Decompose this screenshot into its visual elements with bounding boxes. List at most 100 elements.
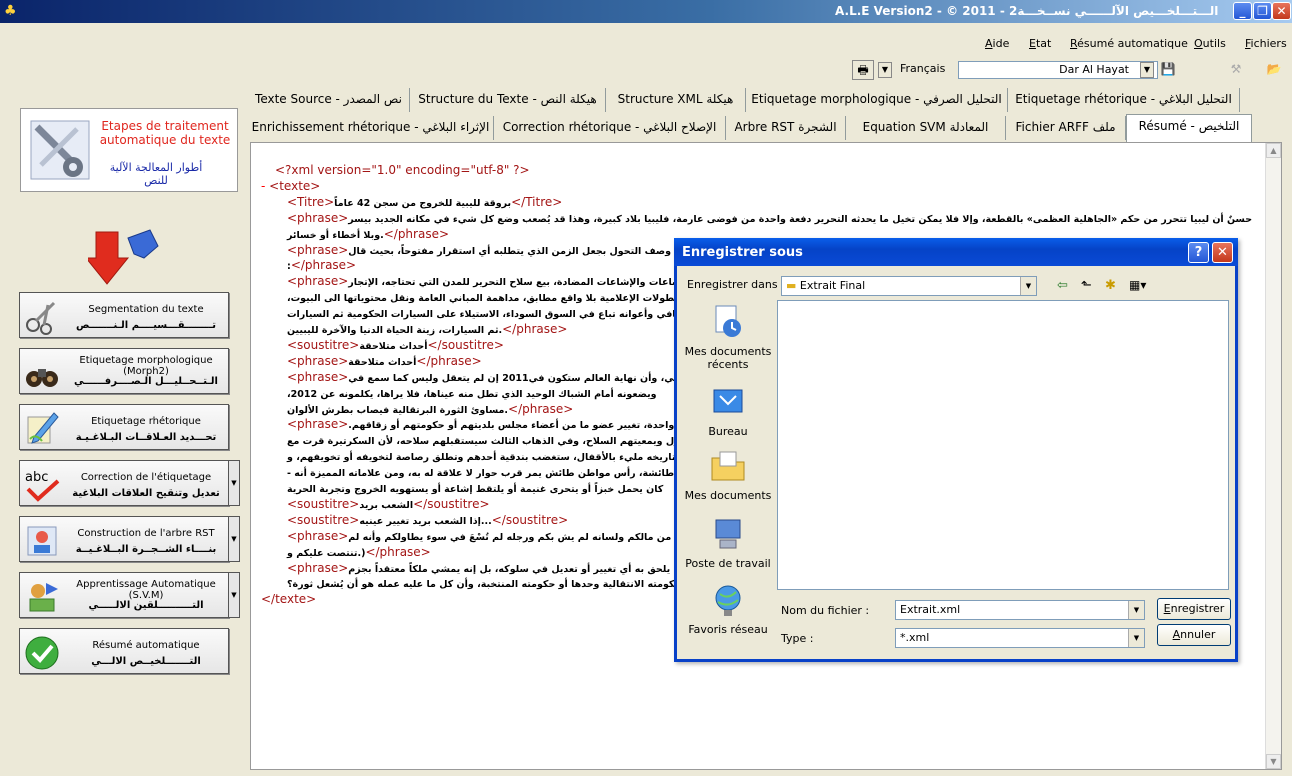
- save-disk-icon[interactable]: 💾: [1158, 60, 1178, 80]
- cancel-button[interactable]: Annuler: [1157, 624, 1231, 646]
- xml-open-tag: <soustitre>: [287, 496, 360, 511]
- xml-text: كان يحمل خبزاً أو يتحرى غنيمة أو يلتقط إ…: [287, 484, 664, 495]
- print-icon[interactable]: 🖶: [852, 60, 874, 80]
- chevron-down-icon[interactable]: ▼: [1128, 601, 1144, 619]
- xml-line: :</phrase>: [287, 258, 356, 272]
- xml-line: <soustitre>أحداث متلاحقة</soustitre>: [287, 338, 504, 352]
- scroll-up-icon[interactable]: ▲: [1266, 143, 1281, 158]
- xml-line: <phrase>ـاب وصف التحول بجعل الزمن الذي ي…: [287, 243, 691, 257]
- tab-equation-svm[interactable]: Equation SVM المعادلة: [846, 116, 1006, 140]
- window-title-bar[interactable]: ♣ A.L.E Version2 - © 2011 - الـــتـــلخـ…: [0, 0, 1292, 23]
- step-svm-button[interactable]: Apprentissage Automatique (S.V.M) التـــ…: [19, 572, 240, 618]
- xml-open-tag: <soustitre>: [287, 337, 360, 352]
- xml-line: <soustitre>...إذا الشعب بريد تغيير عينيه…: [287, 513, 568, 527]
- place-desktop[interactable]: Bureau: [683, 384, 773, 438]
- tab-texte-source[interactable]: Texte Source - نص المصدر: [248, 88, 410, 112]
- xml-line: ويضعونه أمام الشباك الوحيد الذي تطل منه …: [287, 386, 657, 400]
- place-label: Favoris réseau: [688, 623, 768, 636]
- tab-strip: Texte Source - نص المصدر Structure du Te…: [248, 88, 1292, 142]
- menu-etat[interactable]: Etat: [1029, 37, 1051, 50]
- new-folder-icon[interactable]: ✱: [1105, 278, 1116, 293]
- restore-button[interactable]: ❐: [1253, 2, 1272, 20]
- close-icon[interactable]: ✕: [1212, 242, 1233, 263]
- tab-fichier-arff[interactable]: Fichier ARFF ملف: [1006, 116, 1126, 140]
- place-label: Bureau: [708, 425, 748, 438]
- xml-line: كان يحمل خبزاً أو يتحرى غنيمة أو يلتقط إ…: [287, 481, 663, 495]
- type-value: *.xml: [900, 631, 930, 644]
- step-label-fr: Résumé automatique: [92, 640, 200, 651]
- back-icon[interactable]: ⇦: [1057, 278, 1068, 293]
- language-select[interactable]: Français: [896, 61, 958, 79]
- step-rhetoric-button[interactable]: Etiquetage rhétorique تحـــديد العـلاقــ…: [19, 404, 229, 450]
- xml-open-tag: <phrase>: [287, 369, 349, 384]
- dialog-title-bar[interactable]: Enregistrer sous ? ✕: [674, 238, 1238, 266]
- type-select[interactable]: *.xml ▼: [895, 628, 1145, 648]
- step-correction-button[interactable]: abc Correction de l'étiquetage تعديل وتن…: [19, 460, 240, 506]
- xml-line: <phrase>حسنٌ أن ليبيا تتحرر من حكم «الجا…: [287, 211, 1252, 225]
- up-folder-icon[interactable]: ⬑: [1081, 278, 1092, 293]
- step-label-fr: Construction de l'arbre RST: [77, 528, 215, 539]
- step-label-fr: Segmentation du texte: [88, 304, 204, 315]
- menu-fichiers[interactable]: Fichiers: [1245, 37, 1287, 50]
- minimize-button[interactable]: _: [1233, 2, 1252, 20]
- file-list[interactable]: [777, 300, 1229, 590]
- close-button[interactable]: ✕: [1272, 2, 1291, 20]
- menu-bar: Aide Etat Résumé automatique Outils Fich…: [0, 34, 1292, 54]
- chevron-down-icon[interactable]: ▼: [228, 460, 240, 506]
- arrow-down-icon: [88, 229, 159, 285]
- xml-line: <soustitre>الشعب بريد</soustitre>: [287, 497, 490, 511]
- menu-aide[interactable]: Aide: [985, 37, 1009, 50]
- wrench-gear-icon: [30, 120, 90, 180]
- place-my-documents[interactable]: Mes documents: [683, 448, 773, 502]
- xml-close-tag: </phrase>: [365, 544, 431, 559]
- save-button[interactable]: Enregistrer: [1157, 598, 1231, 620]
- xml-text: الشعب بريد: [359, 499, 414, 511]
- source-select[interactable]: Dar Al Hayat: [958, 61, 1158, 79]
- xml-line: حكومته الانتقالية وحدها أو حكومته المنتخ…: [287, 576, 681, 590]
- place-label: Mes documents: [684, 489, 772, 502]
- place-computer[interactable]: Poste de travail: [683, 516, 773, 570]
- tab-correction[interactable]: Correction rhétorique - الإصلاح البلاغي: [494, 116, 726, 140]
- vertical-scrollbar[interactable]: ▲ ▼: [1265, 143, 1281, 769]
- view-menu-icon[interactable]: ▦▾: [1129, 278, 1146, 292]
- menu-outils[interactable]: Outils: [1194, 37, 1226, 50]
- tab-etiquetage-rhet[interactable]: Etiquetage rhétorique - التحليل البلاغي: [1008, 88, 1240, 112]
- tab-structure-texte[interactable]: Structure du Texte - هيكلة النص: [410, 88, 606, 112]
- save-as-dialog[interactable]: Enregistrer sous ? ✕ Enregistrer dans : …: [674, 238, 1238, 662]
- step-label-ar: التـــــــلخيــص الالـــي: [91, 656, 201, 667]
- help-icon[interactable]: ?: [1188, 242, 1209, 263]
- step-rst-tree-button[interactable]: Construction de l'arbre RST بنــــاء الش…: [19, 516, 240, 562]
- folder-icon: [711, 451, 745, 481]
- open-folder-icon[interactable]: 📂: [1264, 60, 1284, 80]
- xml-text: .ثم السيارات، زينة الحياة الدنيا والآخرة…: [287, 325, 503, 336]
- chevron-down-icon[interactable]: ▼: [1128, 629, 1144, 647]
- chevron-down-icon[interactable]: ▼: [1140, 62, 1154, 78]
- xml-text: أحداث متلاحقة: [348, 356, 417, 368]
- step-morphology-button[interactable]: Etiquetage morphologique (Morph2) الـتــ…: [19, 348, 229, 394]
- place-recent[interactable]: Mes documents récents: [683, 304, 773, 371]
- chevron-down-icon[interactable]: ▼: [1020, 277, 1036, 295]
- tab-arbre-rst[interactable]: Arbre RST الشجرة: [726, 116, 846, 140]
- step-segmentation-button[interactable]: Segmentation du texte تــــــــقـــسيـــ…: [19, 292, 229, 338]
- tab-enrichissement[interactable]: Enrichissement rhétorique - الإثراء البل…: [248, 116, 494, 140]
- xml-line: <phrase>ثقافي، وأن نهاية العالم ستكون في…: [287, 370, 694, 384]
- step-label-ar: التــــــــــلقين الالـــــي: [88, 600, 204, 611]
- chevron-down-icon[interactable]: ▼: [878, 62, 892, 78]
- scroll-down-icon[interactable]: ▼: [1266, 754, 1281, 769]
- menu-resume[interactable]: Résumé automatique: [1070, 37, 1188, 50]
- tab-etiquetage-morph[interactable]: Etiquetage morphologique - التحليل الصرف…: [746, 88, 1008, 112]
- chevron-down-icon[interactable]: ▼: [228, 516, 240, 562]
- step-label-fr: Apprentissage Automatique (S.V.M): [76, 579, 216, 601]
- chevron-down-icon[interactable]: ▼: [228, 572, 240, 618]
- learning-icon: [29, 583, 58, 612]
- filename-input[interactable]: Extrait.xml ▼: [895, 600, 1145, 620]
- xml-line: البطولات الإعلامية بلا واقع مطابق، مداهم…: [287, 290, 685, 304]
- step-summary-button[interactable]: Résumé automatique التـــــــلخيــص الال…: [19, 628, 229, 674]
- step-label-ar: الـتــحــليـــل الـصــــرفــــــي: [74, 376, 218, 387]
- place-network[interactable]: Favoris réseau: [683, 582, 773, 636]
- tab-structure-xml[interactable]: Structure XML هيكلة: [606, 88, 746, 112]
- tools-icon[interactable]: ⚒: [1226, 60, 1246, 80]
- collapse-toggle[interactable]: -: [261, 179, 269, 193]
- save-in-combo[interactable]: ▬ Extrait Final ▼: [781, 276, 1037, 296]
- tab-resume[interactable]: Résumé - التلخيص: [1126, 114, 1252, 142]
